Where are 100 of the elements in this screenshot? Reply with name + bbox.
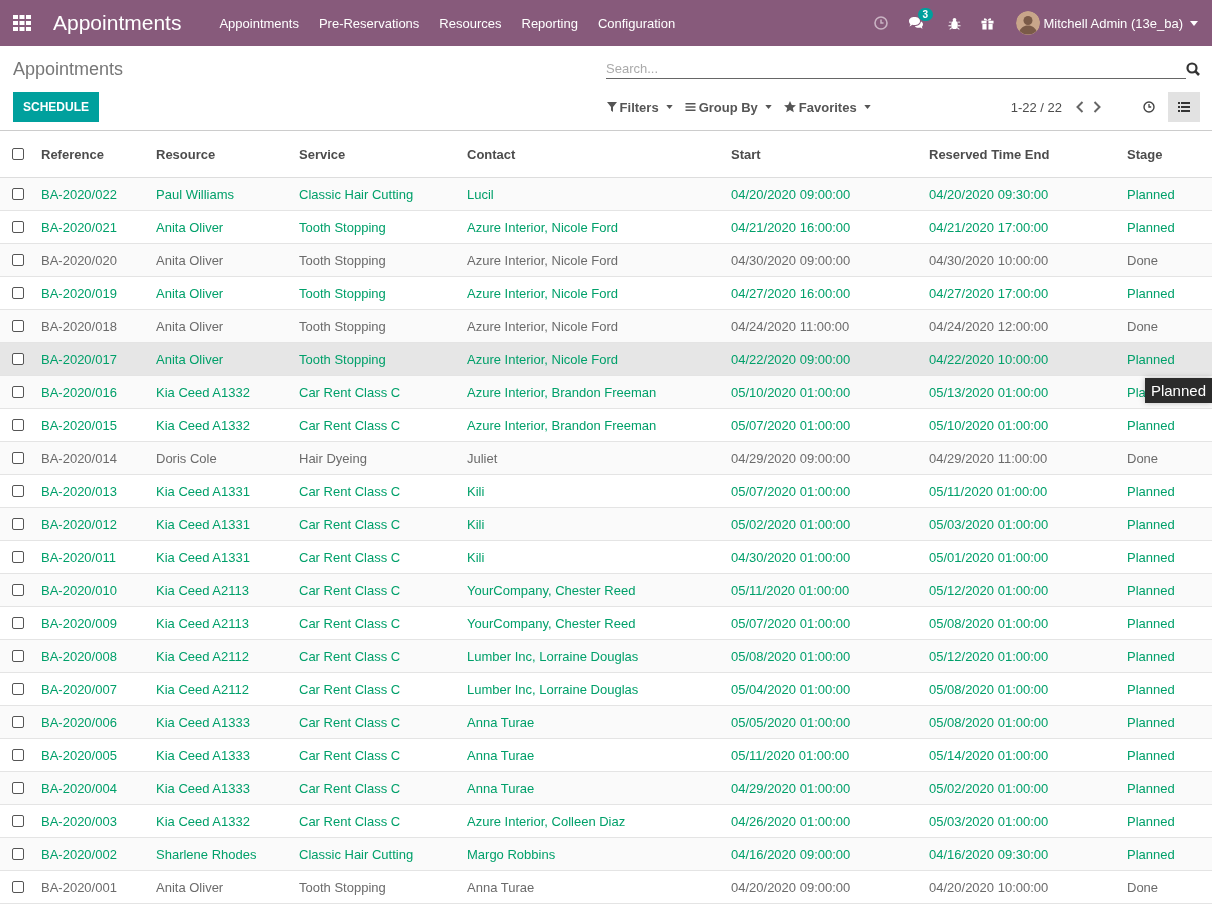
stage-cell: Pla xyxy=(1127,384,1146,400)
row-checkbox[interactable] xyxy=(12,749,24,761)
chat-icon[interactable] xyxy=(907,16,924,30)
end-cell: 04/27/2020 17:00:00 xyxy=(929,285,1049,301)
row-checkbox[interactable] xyxy=(12,683,24,695)
end-cell: 04/20/2020 10:00:00 xyxy=(929,879,1049,895)
appointment-row[interactable]: BA-2020/018 Anita Oliver Tooth Stopping Azure Interior, Nicole Ford 04/24/2020 11:00:00 04/24/2020 12:00:00 Done xyxy=(0,310,1212,343)
caret-icon[interactable] xyxy=(1190,20,1198,26)
row-checkbox[interactable] xyxy=(12,188,24,200)
column-header[interactable]: Resource xyxy=(156,146,216,162)
row-checkbox[interactable] xyxy=(12,221,24,233)
column-header[interactable]: Contact xyxy=(467,146,516,162)
column-header[interactable]: Service xyxy=(299,146,346,162)
search-icon[interactable] xyxy=(1186,62,1200,76)
resource-cell: Kia Ceed A1331 xyxy=(156,516,250,532)
service-cell: Tooth Stopping xyxy=(299,351,386,367)
start-cell: 05/05/2020 01:00:00 xyxy=(731,714,851,730)
row-checkbox[interactable] xyxy=(12,716,24,728)
menu-item[interactable]: Pre-Reservations xyxy=(318,15,420,31)
start-cell: 04/26/2020 01:00:00 xyxy=(731,813,851,829)
service-cell: Car Rent Class C xyxy=(299,747,401,763)
appointment-row[interactable]: BA-2020/014 Doris Cole Hair Dyeing Juliet 04/29/2020 09:00:00 04/29/2020 11:00:00 Done xyxy=(0,442,1212,475)
appointment-row[interactable]: BA-2020/010 Kia Ceed A2113 Car Rent Class C YourCompany, Chester Reed 05/11/2020 01:00:00 05/12/2020 01:00:00 Planned xyxy=(0,574,1212,607)
reference-cell: BA-2020/001 xyxy=(41,879,117,895)
row-checkbox[interactable] xyxy=(12,815,24,827)
row-checkbox[interactable] xyxy=(12,287,24,299)
start-cell: 04/27/2020 16:00:00 xyxy=(731,285,851,301)
stage-cell: Done xyxy=(1127,879,1159,895)
bug-icon[interactable] xyxy=(947,16,961,30)
column-header[interactable]: Reference xyxy=(41,146,104,162)
schedule-button[interactable]: SCHEDULE xyxy=(13,92,99,122)
row-checkbox[interactable] xyxy=(12,584,24,596)
appointment-row[interactable]: BA-2020/020 Anita Oliver Tooth Stopping Azure Interior, Nicole Ford 04/30/2020 09:00:00 04/30/2020 10:00:00 Done xyxy=(0,244,1212,277)
end-cell: 05/11/2020 01:00:00 xyxy=(929,483,1048,499)
menu-item[interactable]: Reporting xyxy=(521,15,578,31)
next-page-icon[interactable] xyxy=(1093,101,1101,113)
row-checkbox[interactable] xyxy=(12,881,24,893)
service-cell: Car Rent Class C xyxy=(299,813,401,829)
row-checkbox[interactable] xyxy=(12,353,24,365)
clock-icon[interactable] xyxy=(873,16,888,30)
reference-cell: BA-2020/009 xyxy=(41,615,117,631)
appointment-row[interactable]: BA-2020/016 Kia Ceed A1332 Car Rent Class C Azure Interior, Brandon Freeman 05/10/2020 01:00:00 05/13/2020 01:00:00 Pla Planned xyxy=(0,376,1212,409)
row-checkbox[interactable] xyxy=(12,419,24,431)
stage-cell: Planned xyxy=(1127,747,1175,763)
menu-item[interactable]: Appointments xyxy=(219,15,299,31)
contact-cell: Lumber Inc, Lorraine Douglas xyxy=(467,681,639,697)
group-by-button[interactable]: Group By xyxy=(684,99,772,115)
row-checkbox[interactable] xyxy=(12,518,24,530)
row-checkbox[interactable] xyxy=(12,320,24,332)
contact-cell: Anna Turae xyxy=(467,780,535,796)
contact-cell: Azure Interior, Nicole Ford xyxy=(467,318,618,334)
column-header[interactable]: Reserved Time End xyxy=(929,146,1050,162)
appointment-row[interactable]: BA-2020/004 Kia Ceed A1333 Car Rent Class C Anna Turae 04/29/2020 01:00:00 05/02/2020 01:00:00 Planned xyxy=(0,772,1212,805)
search-field[interactable]: Search... xyxy=(606,59,1186,79)
end-cell: 04/20/2020 09:30:00 xyxy=(929,186,1049,202)
row-checkbox[interactable] xyxy=(12,551,24,563)
caret-icon xyxy=(764,105,772,109)
column-header[interactable]: Start xyxy=(731,146,761,162)
row-checkbox[interactable] xyxy=(12,452,24,464)
reference-cell: BA-2020/014 xyxy=(41,450,117,466)
resource-cell: Kia Ceed A1332 xyxy=(156,384,250,400)
start-cell: 04/24/2020 11:00:00 xyxy=(731,318,850,334)
reference-cell: BA-2020/006 xyxy=(41,714,117,730)
row-checkbox[interactable] xyxy=(12,650,24,662)
user-name[interactable]: Mitchell Admin (13e_ba) xyxy=(1043,15,1183,31)
appointment-row[interactable]: BA-2020/006 Kia Ceed A1333 Car Rent Class C Anna Turae 05/05/2020 01:00:00 05/08/2020 01:00:00 Planned xyxy=(0,706,1212,739)
filters-button[interactable]: Filters xyxy=(606,99,673,115)
appointment-row[interactable]: BA-2020/008 Kia Ceed A2112 Car Rent Class C Lumber Inc, Lorraine Douglas 05/08/2020 01:00:00 05/12/2020 01:00:00 Planned xyxy=(0,640,1212,673)
resource-cell: Doris Cole xyxy=(156,450,217,466)
appointment-row[interactable]: BA-2020/001 Anita Oliver Tooth Stopping Anna Turae 04/20/2020 09:00:00 04/20/2020 10:00:00 Done xyxy=(0,871,1212,904)
favorites-button[interactable]: Favorites xyxy=(783,99,871,115)
row-checkbox[interactable] xyxy=(12,254,24,266)
menu-item[interactable]: Configuration xyxy=(597,15,676,31)
row-checkbox[interactable] xyxy=(12,485,24,497)
column-header[interactable]: Stage xyxy=(1127,146,1163,162)
apps-grid-icon[interactable] xyxy=(13,15,31,31)
appointment-row[interactable]: BA-2020/017 Anita Oliver Tooth Stopping Azure Interior, Nicole Ford 04/22/2020 09:00:00 04/22/2020 10:00:00 Planned xyxy=(0,343,1212,376)
appointment-row[interactable]: BA-2020/022 Paul Williams Classic Hair Cutting Lucil 04/20/2020 09:00:00 04/20/2020 09:30:00 Planned xyxy=(0,178,1212,211)
contact-cell: Azure Interior, Brandon Freeman xyxy=(467,417,657,433)
row-checkbox[interactable] xyxy=(12,848,24,860)
list-view-button[interactable] xyxy=(1168,92,1200,122)
appointment-row[interactable]: BA-2020/002 Sharlene Rhodes Classic Hair Cutting Margo Robbins 04/16/2020 09:00:00 04/16/2020 09:30:00 Planned xyxy=(0,838,1212,871)
reference-cell: BA-2020/003 xyxy=(41,813,117,829)
contact-cell: YourCompany, Chester Reed xyxy=(467,615,636,631)
row-checkbox[interactable] xyxy=(12,386,24,398)
previous-page-icon[interactable] xyxy=(1076,101,1084,113)
gift-icon[interactable] xyxy=(980,16,994,30)
user-avatar[interactable] xyxy=(1015,11,1040,35)
menu-item[interactable]: Resources xyxy=(439,15,502,31)
star-icon xyxy=(783,101,796,113)
contact-cell: Azure Interior, Colleen Diaz xyxy=(467,813,626,829)
appointment-row[interactable]: BA-2020/012 Kia Ceed A1331 Car Rent Class C Kili 05/02/2020 01:00:00 05/03/2020 01:00:00 Planned xyxy=(0,508,1212,541)
row-checkbox[interactable] xyxy=(12,782,24,794)
end-cell: 04/22/2020 10:00:00 xyxy=(929,351,1049,367)
select-all-checkbox[interactable] xyxy=(12,148,24,160)
reference-cell: BA-2020/020 xyxy=(41,252,117,268)
service-cell: Hair Dyeing xyxy=(299,450,367,466)
stage-cell: Planned xyxy=(1127,417,1175,433)
row-checkbox[interactable] xyxy=(12,617,24,629)
pager-value: 1-22 / 22 xyxy=(1010,99,1062,115)
